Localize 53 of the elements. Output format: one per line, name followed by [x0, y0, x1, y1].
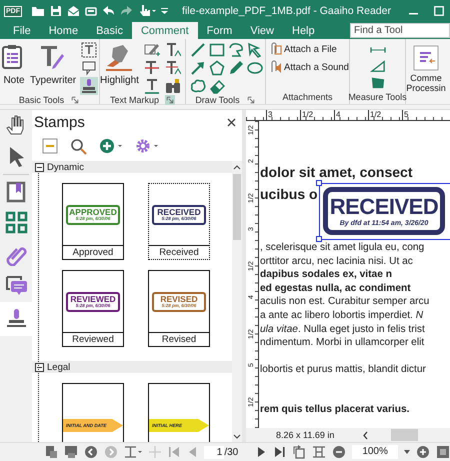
group-label: Draw Tools: [195, 95, 240, 105]
text-line: rem quis tellus placerat varius.: [260, 403, 410, 417]
stamp-text: APPROVED: [69, 208, 117, 216]
heading-line: dolor sit amet, consect: [260, 163, 412, 182]
text-line: ed egestas nulla, ac condiment: [260, 282, 412, 296]
group-label: Measure Tools: [348, 92, 407, 102]
stamp-text: RECEIVED: [330, 196, 438, 218]
page-count: /30: [224, 446, 238, 458]
stamp-label: Revised: [149, 332, 209, 346]
tool-button[interactable]: Comme Processin: [406, 43, 446, 93]
menu-tab[interactable]: Help: [283, 22, 324, 39]
stamp-label: Approved: [63, 245, 123, 259]
search-field[interactable]: Find a Tool: [350, 23, 450, 38]
group-label: Text Markup: [110, 95, 160, 105]
stamp-label: Received: [149, 245, 209, 259]
stamp-label: Reviewed: [63, 332, 123, 346]
text-line: a ante ac libero lobortis imperdiet. N: [260, 308, 424, 323]
section-label: Legal: [47, 362, 70, 372]
menu-tab[interactable]: File: [4, 22, 40, 39]
menu-tab[interactable]: Form: [198, 22, 242, 39]
zoom-field[interactable]: 100%: [352, 445, 398, 459]
tool-button[interactable]: Typewriter: [30, 41, 76, 86]
ruler-label: 1/2: [368, 110, 402, 120]
tool-button[interactable]: Attach a File: [268, 41, 349, 57]
text-line: , scelerisque sit amet ligula eu, cong: [260, 241, 426, 255]
menu-tab[interactable]: View: [241, 22, 283, 39]
page-number-field[interactable]: 1: [204, 446, 224, 458]
heading-line: ucibus o: [260, 185, 318, 204]
section-label: Dynamic: [47, 162, 84, 172]
text-line: lobortis et purus mattis, blandit dictur: [260, 362, 427, 376]
text-line: ndimentum. Morbi in ullamcorper elit: [260, 336, 426, 350]
tool-button[interactable]: Note: [0, 41, 28, 86]
group-label: Basic Tools: [18, 95, 64, 105]
text-line: dapibus sodales ex, vitae n: [260, 268, 393, 282]
menu-tab[interactable]: Comment: [132, 22, 198, 39]
stamp-text: REVIEWED: [70, 294, 116, 303]
window-title: file-example_PDF_1MB.pdf - Gaaiho Reader: [181, 5, 392, 17]
ruler-label: 5: [402, 110, 436, 120]
panel-title: Stamps: [34, 114, 85, 130]
tool-button[interactable]: Highlight: [100, 41, 139, 86]
ruler-label: 4: [334, 110, 368, 120]
text-line: ula vitae. Nulla eget justo in felis trist: [260, 322, 426, 336]
tool-button[interactable]: Attach a Sound: [268, 59, 349, 75]
stamp-text: RECEIVED: [157, 208, 201, 216]
stamp-text: REVISED: [160, 294, 198, 303]
group-label: Attachments: [282, 92, 333, 102]
ruler-label: 3: [266, 110, 300, 120]
menu-tab[interactable]: Home: [40, 22, 88, 39]
ruler-label: 1/2: [300, 110, 334, 120]
text-line: orttitor arcu, nec lacinia nisi. Ut ac: [260, 254, 414, 268]
text-line: aculis non est. Curabitur semper arcu: [260, 295, 430, 309]
page-size: 8.26 x 11.69 in: [276, 430, 336, 440]
menu-tab[interactable]: Basic: [87, 22, 132, 39]
